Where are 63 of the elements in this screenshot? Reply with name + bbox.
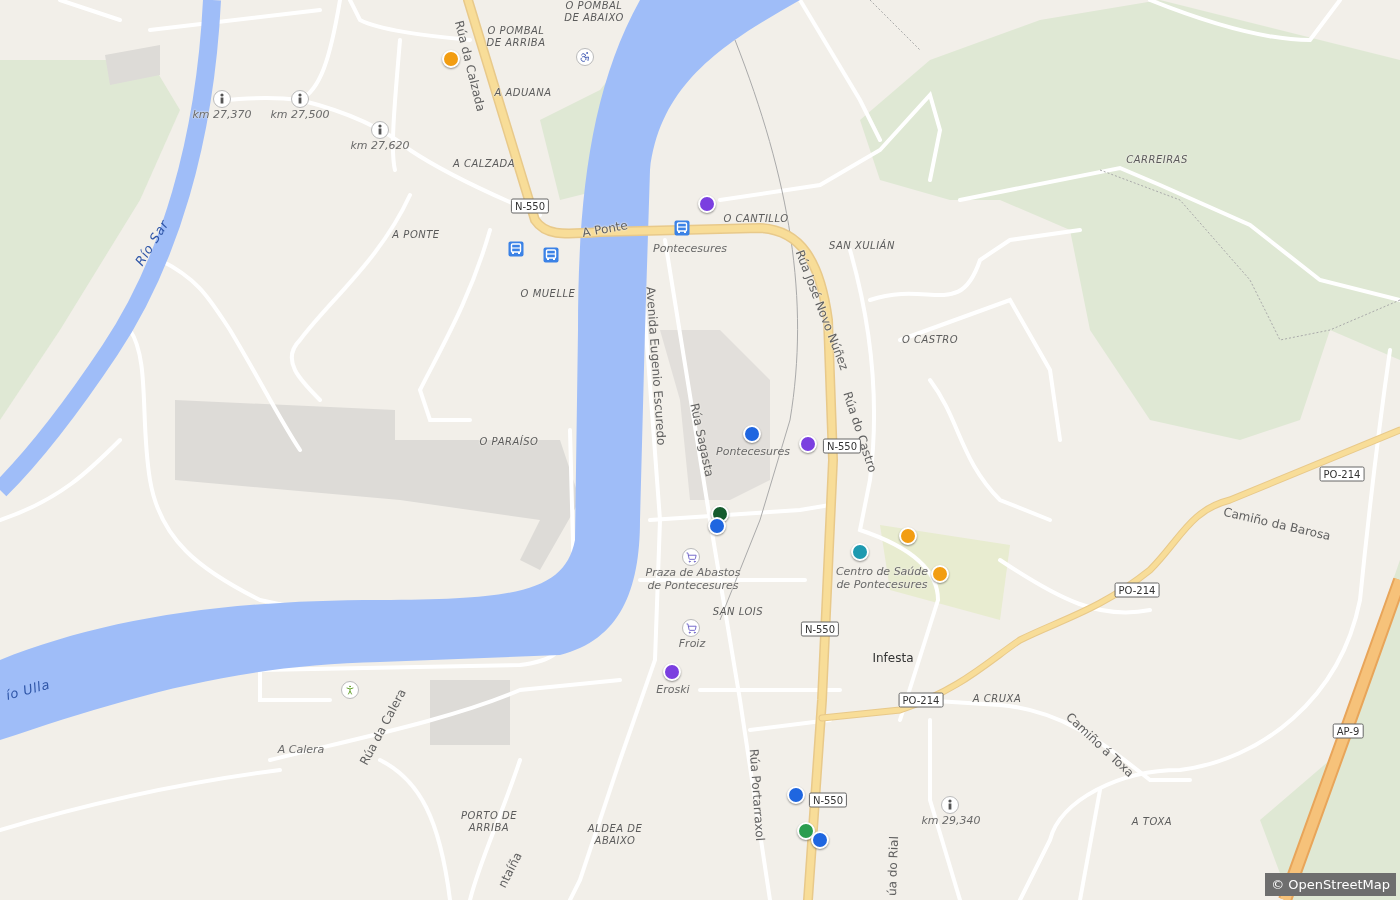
place-label: A CALZADA [452, 158, 516, 170]
place-label: A ADUANA [494, 87, 552, 99]
attribution-link[interactable]: © OpenStreetMap [1265, 872, 1396, 896]
poi-label: Pontecesures [653, 241, 727, 255]
poi-label: Centro de Saúde de Pontecesures [834, 565, 930, 591]
road-number-sign: N-550 [800, 621, 840, 637]
place-label: O POMBAL DE ABAIXO [563, 0, 625, 24]
road-number-sign: PO-214 [1114, 582, 1160, 598]
street-label: Avenida Eugenio Escuredo [643, 286, 669, 446]
map-marker[interactable] [811, 831, 829, 849]
shopping-cart-icon [682, 619, 700, 637]
poi-label: km 27,370 [192, 107, 252, 121]
road-number-sign: PO-214 [898, 692, 944, 708]
place-label: O PARAÍSO [479, 436, 539, 448]
information-icon [291, 90, 309, 108]
poi-label: Pontecesures [716, 444, 790, 458]
place-label: O POMBAL DE ARRIBA [485, 25, 547, 49]
map-marker[interactable] [663, 663, 681, 681]
street-label: úa do Rial [884, 835, 902, 897]
map-marker[interactable] [797, 822, 815, 840]
poi-label: Eroski [656, 682, 690, 696]
town-label: Infesta [872, 650, 914, 667]
place-label: O CASTRO [901, 334, 959, 346]
map-marker[interactable] [787, 786, 805, 804]
place-label: A CRUXA [972, 693, 1022, 705]
street-label: A Ponte [581, 218, 629, 240]
road-number-sign: PO-214 [1319, 466, 1365, 482]
bus-stop-icon [508, 241, 524, 257]
map-marker[interactable] [799, 435, 817, 453]
information-icon [371, 121, 389, 139]
map-marker[interactable] [711, 505, 729, 523]
place-label: ALDEA DE ABAIXO [586, 823, 644, 847]
place-label: A TOXA [1131, 816, 1173, 828]
map-marker[interactable] [698, 195, 716, 213]
road-number-sign: AP-9 [1332, 723, 1364, 739]
shopping-cart-icon [682, 548, 700, 566]
information-icon [941, 796, 959, 814]
map-marker[interactable] [708, 517, 726, 535]
road-number-sign: N-550 [808, 792, 848, 808]
place-label: CARREIRAS [1126, 154, 1188, 166]
poi-label: A Calera [277, 742, 325, 756]
street-label: Rúa Portarraxol [746, 748, 768, 842]
place-label: SAN LOIS [712, 606, 764, 618]
poi-label: km 27,500 [270, 107, 330, 121]
place-label: O CANTILLO [723, 213, 789, 225]
map-marker[interactable] [899, 527, 917, 545]
bus-stop-icon [674, 220, 690, 236]
wheelchair-icon [576, 48, 594, 66]
bus-stop-icon [543, 247, 559, 263]
poi-label: Froiz [678, 636, 706, 650]
place-label: O MUELLE [520, 288, 576, 300]
street-label: Rúa Sagasta [687, 401, 717, 479]
place-label: A PONTE [392, 229, 440, 241]
poi-label: km 29,340 [921, 813, 981, 827]
river-label: ío Ulla [3, 675, 53, 705]
road-number-sign: N-550 [510, 198, 550, 214]
information-icon [213, 90, 231, 108]
poi-label: km 27,620 [350, 138, 410, 152]
street-label: Camiño da Barosa [1222, 504, 1332, 544]
place-label: PORTO DE ARRIBA [460, 810, 518, 834]
poi-label: Praza de Abastos de Pontecesures [645, 566, 741, 592]
map-marker[interactable] [851, 543, 869, 561]
map-marker[interactable] [442, 50, 460, 68]
